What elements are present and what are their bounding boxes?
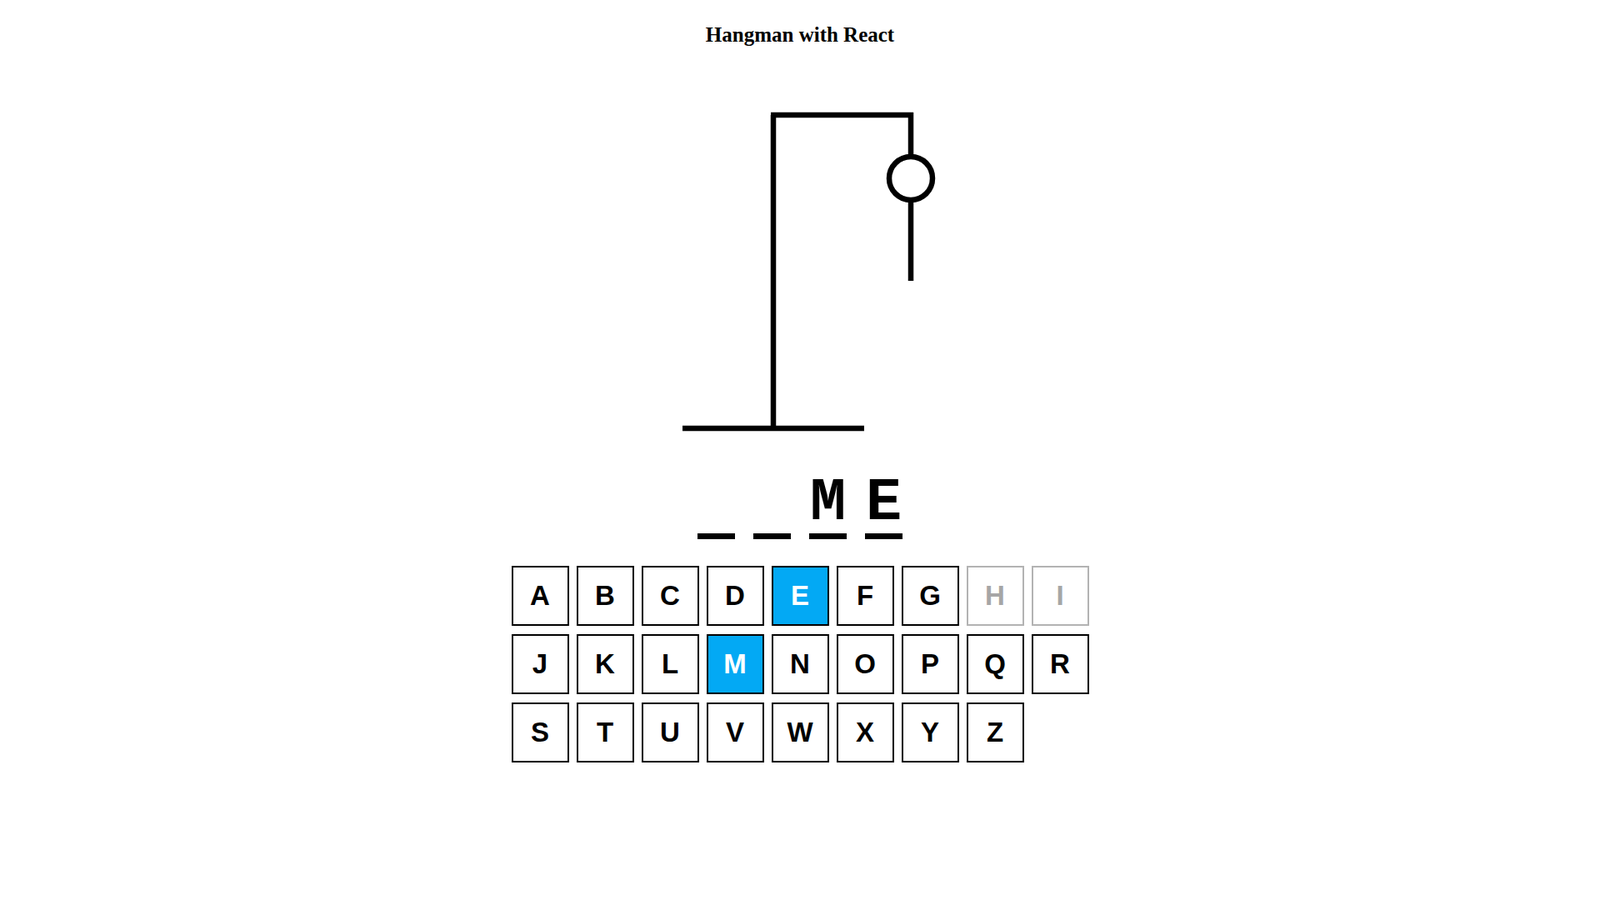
letter-key[interactable]: J [511, 634, 570, 695]
letter-key[interactable]: I [1031, 565, 1090, 626]
letter-key[interactable]: H [966, 565, 1025, 626]
letter-slot: M [809, 470, 847, 540]
letter-slot [753, 470, 791, 540]
gallows-drawing [633, 100, 967, 434]
letter-key[interactable]: Y [901, 702, 960, 763]
letter-keyboard: ABCDEFGHI JKLMNOPQR STUVWXYZ [511, 565, 1090, 763]
letter-key[interactable]: F [836, 565, 895, 626]
gallows-rope [908, 112, 915, 157]
letter-key[interactable]: T [576, 702, 635, 763]
letter-key[interactable]: O [836, 634, 895, 695]
letter-key[interactable]: B [576, 565, 635, 626]
page-title: Hangman with React [705, 22, 895, 48]
letter-key[interactable]: A [511, 565, 570, 626]
letter-slot: E [865, 470, 903, 540]
letter-key[interactable]: W [771, 702, 830, 763]
figure-body [910, 200, 912, 281]
letter-key[interactable]: P [901, 634, 960, 695]
gallows-beam [770, 112, 914, 119]
letter-key[interactable]: Z [966, 702, 1025, 763]
letter-key[interactable]: G [901, 565, 960, 626]
letter-key[interactable]: E [771, 565, 830, 626]
letter-key[interactable]: K [576, 634, 635, 695]
letter-key[interactable]: V [706, 702, 765, 763]
word-display: ME [697, 470, 903, 540]
letter-key[interactable]: M [706, 634, 765, 695]
gallows-pole [770, 115, 777, 429]
letter-key[interactable]: N [771, 634, 830, 695]
hangman-page: Hangman with ReactMEABCDEFGHIJKLMNOPQRST… [0, 0, 1600, 900]
letter-key[interactable]: D [706, 565, 765, 626]
letter-key[interactable]: Q [966, 634, 1025, 695]
letter-key[interactable]: S [511, 702, 570, 763]
letter-key[interactable]: U [641, 702, 700, 763]
letter-key[interactable]: X [836, 702, 895, 763]
letter-key[interactable]: L [641, 634, 700, 695]
letter-key[interactable]: C [641, 565, 700, 626]
letter-slot [697, 470, 735, 540]
letter-key[interactable]: R [1031, 634, 1090, 695]
figure-head [889, 156, 933, 200]
